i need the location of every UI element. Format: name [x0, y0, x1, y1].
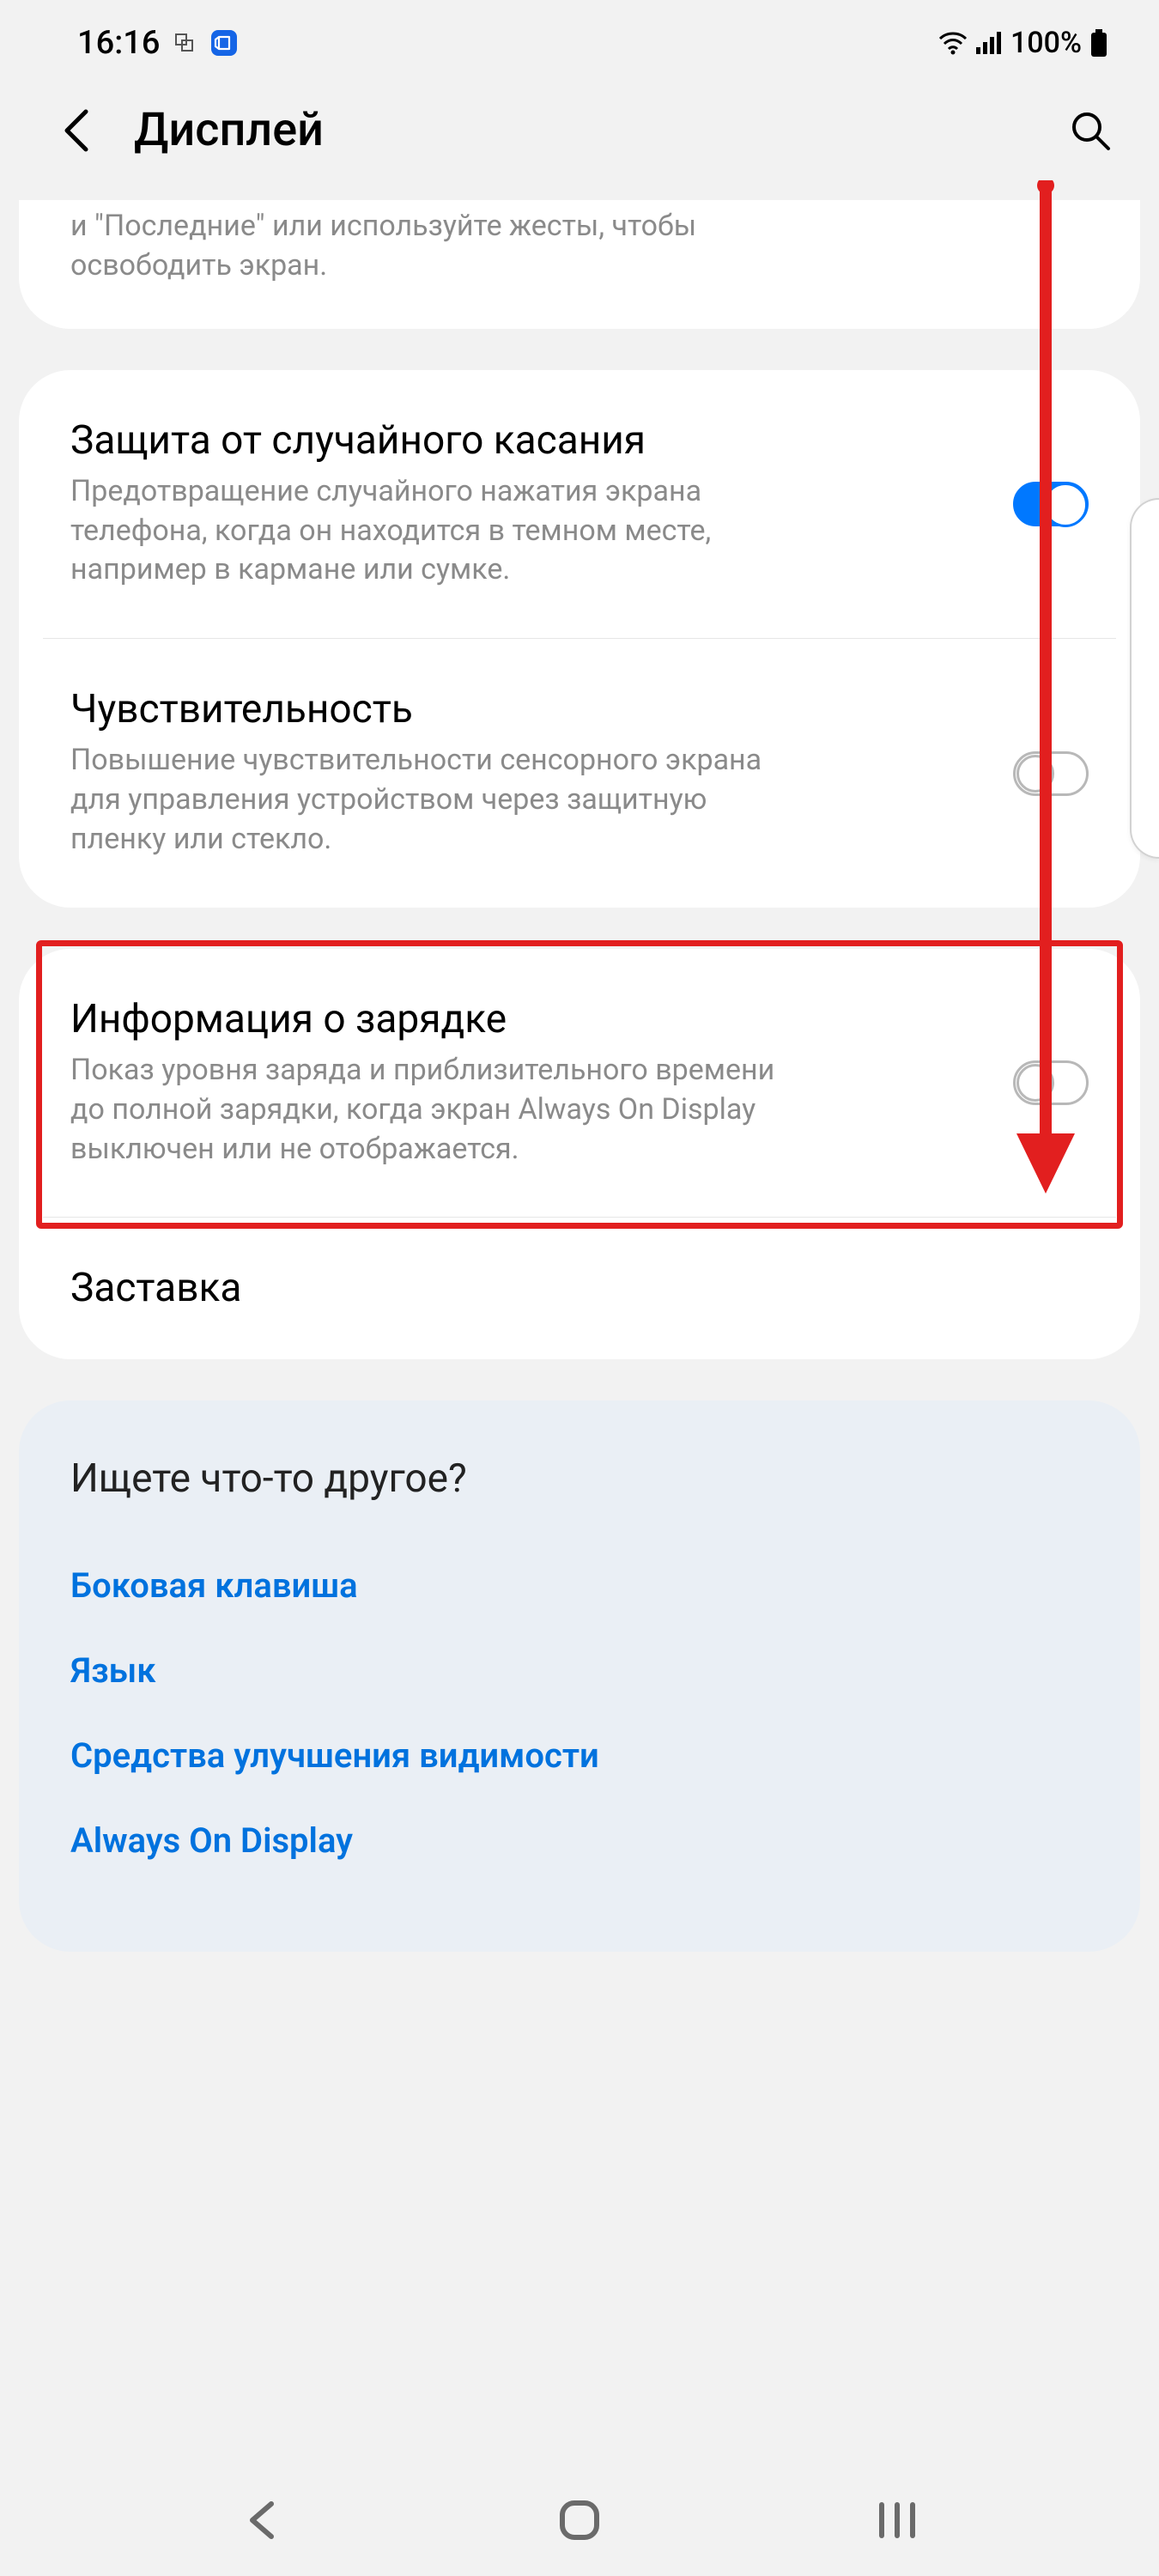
search-icon [1069, 109, 1112, 152]
system-nav-bar [0, 2464, 1159, 2576]
nav-bar-setting-partial[interactable]: и "Последние" или используйте жесты, что… [19, 200, 1140, 329]
status-left: 16:16 [77, 24, 239, 62]
setting-title: Информация о зарядке [70, 997, 987, 1042]
scroll-handle[interactable] [1130, 498, 1159, 859]
wifi-icon [938, 31, 968, 55]
battery-icon [1090, 29, 1107, 57]
nav-home-button[interactable] [541, 2482, 618, 2559]
battery-percent: 100% [1010, 26, 1082, 60]
accidental-touch-setting[interactable]: Защита от случайного касания Предотвраще… [19, 370, 1140, 639]
charging-info-toggle[interactable] [1013, 1060, 1089, 1105]
home-square-icon [557, 2498, 602, 2543]
page-title: Дисплей [134, 103, 1034, 157]
suggestion-link-visibility[interactable]: Средства улучшения видимости [70, 1713, 1089, 1798]
accidental-touch-toggle[interactable] [1013, 482, 1089, 526]
setting-desc: и "Последние" или используйте жесты, что… [70, 207, 809, 286]
suggestions-card: Ищете что-то другое? Боковая клавиша Язы… [19, 1400, 1140, 1952]
setting-title: Чувствительность [70, 687, 987, 732]
suggestion-link-side-key[interactable]: Боковая клавиша [70, 1543, 1089, 1628]
status-right: 100% [938, 26, 1107, 60]
setting-desc: Предотвращение случайного нажатия экрана… [70, 472, 809, 591]
back-button[interactable] [52, 105, 103, 156]
page-header: Дисплей [0, 77, 1159, 200]
settings-group-touch: Защита от случайного касания Предотвраще… [19, 370, 1140, 908]
nav-recents-button[interactable] [859, 2482, 936, 2559]
settings-group-charging: Информация о зарядке Показ уровня заряда… [19, 949, 1140, 1359]
charging-info-setting[interactable]: Информация о зарядке Показ уровня заряда… [19, 949, 1140, 1218]
suggestion-link-aod[interactable]: Always On Display [70, 1798, 1089, 1883]
suggestions-heading: Ищете что-то другое? [70, 1455, 1089, 1502]
app-badge-icon [209, 28, 239, 58]
search-button[interactable] [1065, 105, 1116, 156]
setting-desc: Показ уровня заряда и приблизительного в… [70, 1051, 809, 1170]
setting-desc: Повышение чувствительности сенсорного эк… [70, 741, 809, 860]
settings-group-partial: и "Последние" или используйте жесты, что… [19, 200, 1140, 329]
chevron-left-icon [60, 108, 94, 153]
status-bar: 16:16 100% [0, 0, 1159, 77]
chevron-left-icon [246, 2500, 278, 2540]
phone-frame: 16:16 100% Дисплей [0, 0, 1159, 1952]
recents-icon [875, 2501, 919, 2539]
setting-title: Заставка [70, 1266, 1089, 1311]
status-time: 16:16 [77, 24, 160, 62]
suggestion-link-language[interactable]: Язык [70, 1628, 1089, 1713]
touch-sensitivity-setting[interactable]: Чувствительность Повышение чувствительно… [43, 638, 1116, 908]
multiwindow-icon [175, 33, 194, 52]
touch-sensitivity-toggle[interactable] [1013, 751, 1089, 796]
setting-title: Защита от случайного касания [70, 418, 987, 464]
nav-back-button[interactable] [223, 2482, 300, 2559]
signal-icon [976, 32, 1002, 54]
screensaver-setting[interactable]: Заставка [43, 1217, 1116, 1359]
